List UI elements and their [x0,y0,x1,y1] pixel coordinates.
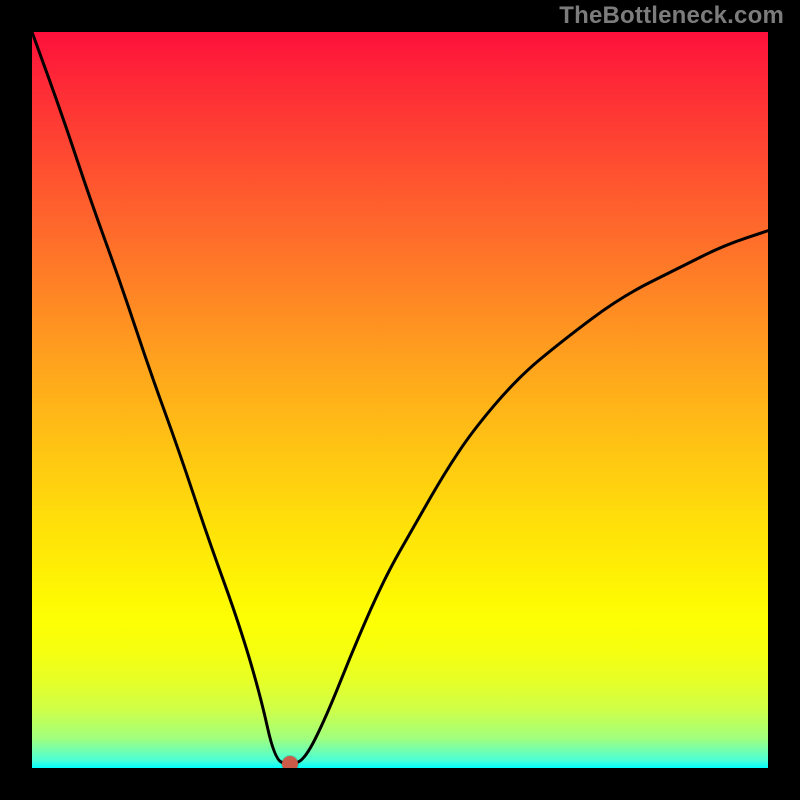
plot-area [32,32,768,768]
watermark-label: TheBottleneck.com [559,2,784,30]
bottleneck-curve-path [32,32,768,763]
minimum-marker [282,756,298,768]
chart-root: TheBottleneck.com [0,0,800,800]
curve-svg [32,32,768,768]
